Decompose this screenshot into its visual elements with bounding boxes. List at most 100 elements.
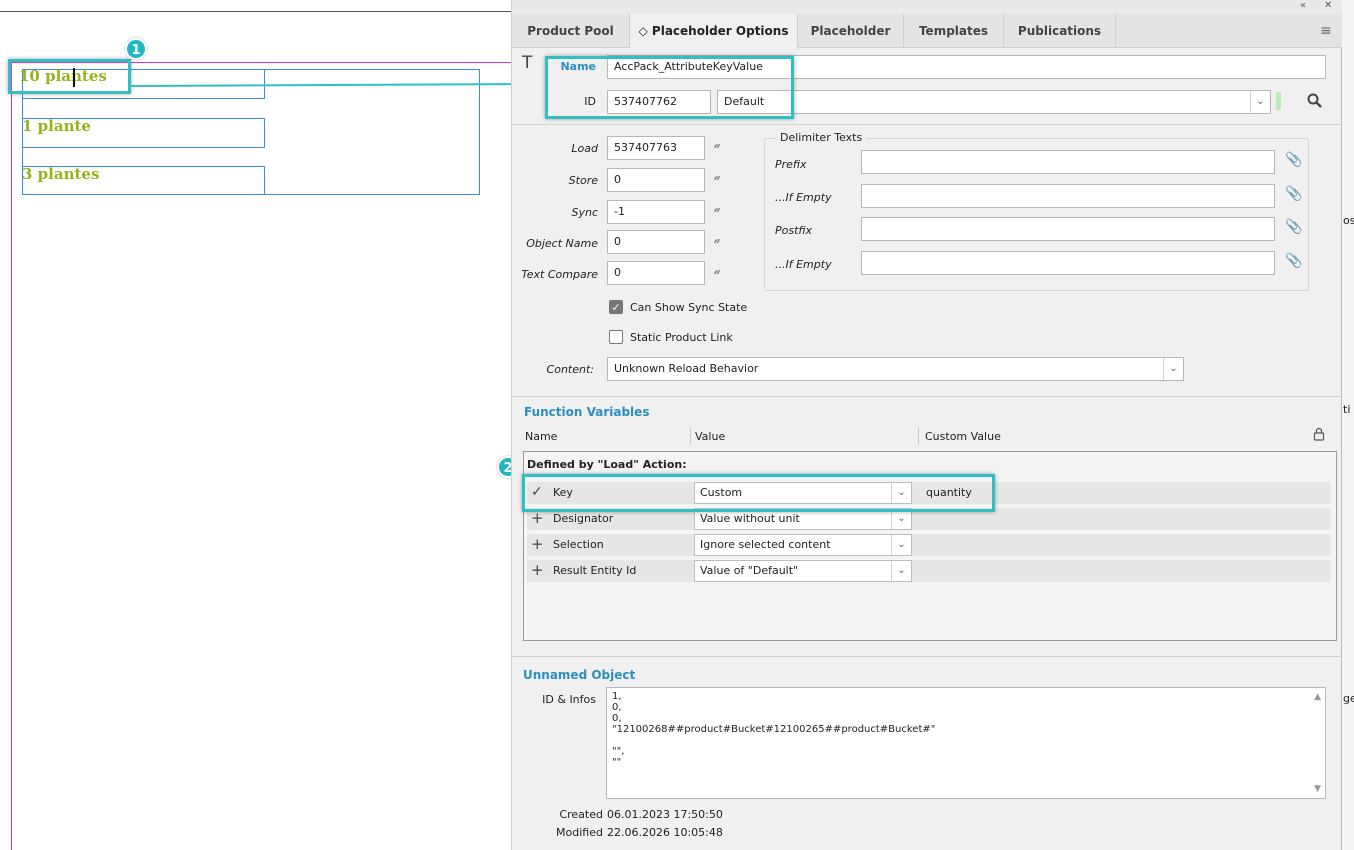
scroll-up-icon[interactable]: ▲ [1314,692,1321,702]
highlight-callout-key-row [522,474,995,512]
step-badge-1: 1 [125,38,147,60]
col-header-value: Value [695,430,726,443]
prefix-label: Prefix [775,158,807,171]
modified-value: 22.06.2026 10:05:48 [607,826,723,839]
postfix-if-empty-field[interactable] [861,251,1275,275]
var-value: Value without unit [700,512,800,525]
load-label: Load [571,142,598,155]
status-indicator [1276,92,1281,110]
if-empty-label-2: ...If Empty [775,258,832,271]
col-divider [690,427,691,445]
chevron-down-icon[interactable]: ⌄ [1250,91,1270,113]
lock-icon[interactable] [1313,427,1325,441]
document-canvas[interactable]: 10 plantes 1 plante 3 plantes 1 2 [0,0,519,850]
object-name-field[interactable]: 0 [607,230,705,254]
paperclip-icon[interactable]: 📎 [1285,152,1302,168]
text-compare-field[interactable]: 0 [607,261,705,285]
created-value: 06.01.2023 17:50:50 [607,808,723,821]
id-source-select[interactable]: Default ⌄ [717,90,1271,114]
scroll-down-icon[interactable]: ▼ [1314,784,1321,794]
adjacent-text: os [1343,214,1354,227]
postfix-field[interactable] [861,217,1275,241]
edit-script-icon-load[interactable]: 𝒶 [714,138,720,152]
paperclip-icon[interactable]: 📎 [1285,186,1302,202]
store-label: Store [568,174,598,187]
table-row[interactable]: + Result Entity Id Value of "Default" ⌄ [527,560,1331,582]
unnamed-object-title: Unnamed Object [523,668,636,682]
tab-placeholder-options[interactable]: ◇ Placeholder Options [630,14,798,49]
chevron-down-icon[interactable]: ⌄ [891,509,911,529]
content-select[interactable]: Unknown Reload Behavior ⌄ [607,357,1184,381]
can-show-sync-checkbox[interactable]: ✓ [609,300,623,314]
separator-1 [512,124,1343,125]
var-value-select[interactable]: Value of "Default" ⌄ [694,560,912,582]
tab-templates[interactable]: Templates [904,14,1004,48]
object-name-label: Object Name [526,237,598,250]
created-label: Created [559,808,603,821]
var-value: Ignore selected content [700,538,831,551]
sync-field[interactable]: -1 [607,200,705,224]
prefix-field[interactable] [861,150,1275,174]
margin-guide-left [11,62,12,850]
placeholder-options-panel: « ✕ Product Pool ◇ Placeholder Options P… [511,0,1343,850]
plus-icon[interactable]: + [531,561,544,579]
sync-label: Sync [571,206,598,219]
if-empty-label: ...If Empty [775,191,832,204]
connector-arrow [130,79,544,89]
edit-script-icon-store[interactable]: 𝒶 [714,170,720,184]
highlight-callout-1 [8,59,131,94]
separator-3 [512,656,1343,657]
chevron-down-icon[interactable]: ⌄ [891,535,911,555]
content-select-value: Unknown Reload Behavior [614,362,759,375]
close-icon[interactable]: ✕ [1324,0,1332,11]
id-infos-label: ID & Infos [542,693,596,706]
prefix-if-empty-field[interactable] [861,184,1275,208]
table-row[interactable]: + Selection Ignore selected content ⌄ [527,534,1331,556]
col-header-custom: Custom Value [925,430,1001,443]
edit-script-icon-text-compare[interactable]: 𝒶 [714,264,720,278]
var-value-select[interactable]: Ignore selected content ⌄ [694,534,912,556]
group-header: Defined by "Load" Action: [527,458,687,471]
collapse-icon[interactable]: « [1300,0,1306,11]
canvas-top-border [0,11,511,12]
highlight-callout-name-id [545,56,794,119]
modified-label: Modified [556,826,603,839]
delimiter-texts-title: Delimiter Texts [776,131,867,144]
panel-menu-icon[interactable]: ≡ [1320,23,1332,39]
var-value: Value of "Default" [700,564,799,577]
var-name: Selection [553,538,604,551]
edit-script-icon-sync[interactable]: 𝒶 [714,202,720,216]
search-icon[interactable] [1307,93,1323,109]
tab-publications[interactable]: Publications [1004,14,1116,48]
var-name: Designator [553,512,614,525]
text-placeholder-type-icon: T [522,53,533,73]
postfix-label: Postfix [775,224,813,237]
function-variables-title: Function Variables [524,405,650,419]
var-name: Result Entity Id [553,564,637,577]
adjacent-panel-strip: os ti ge [1342,0,1354,850]
plant-text-3[interactable]: 3 plantes [22,165,99,183]
panel-titlebar: « ✕ [512,0,1343,14]
store-field[interactable]: 0 [607,168,705,192]
text-compare-label: Text Compare [521,268,598,281]
separator-2 [512,396,1343,397]
chevron-down-icon[interactable]: ⌄ [891,561,911,581]
plus-icon[interactable]: + [531,535,544,553]
id-infos-text: 1, 0, 0, "12100268##product#Bucket#12100… [612,691,936,768]
paperclip-icon[interactable]: 📎 [1285,253,1302,269]
static-product-link-label: Static Product Link [630,331,733,344]
col-header-name: Name [525,430,558,443]
tab-product-pool[interactable]: Product Pool [512,14,630,48]
edit-script-icon-object-name[interactable]: 𝒶 [714,233,720,247]
chevron-down-icon[interactable]: ⌄ [1163,358,1183,380]
load-field[interactable]: 537407763 [607,136,705,160]
tab-bar: Product Pool ◇ Placeholder Options Place… [512,14,1343,49]
plant-text-2[interactable]: 1 plante [22,117,91,135]
id-infos-textarea[interactable]: 1, 0, 0, "12100268##product#Bucket#12100… [606,687,1326,799]
adjacent-text: ti [1343,403,1351,416]
content-label: Content: [546,363,594,376]
static-product-link-checkbox[interactable] [609,330,623,344]
paperclip-icon[interactable]: 📎 [1285,219,1302,235]
adjacent-text: ge [1343,692,1354,705]
tab-placeholder[interactable]: Placeholder [798,14,904,48]
